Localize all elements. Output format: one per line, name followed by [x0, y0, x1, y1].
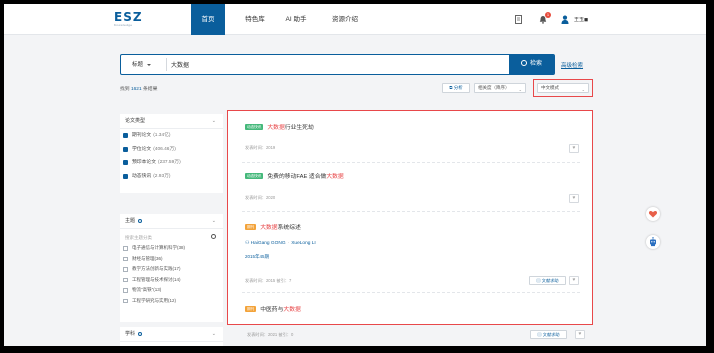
result-card[interactable]: 期刊 中医药与大数据 [242, 299, 580, 324]
search-input[interactable] [171, 58, 501, 71]
chevron-down-icon: ⌄ [211, 218, 216, 224]
advanced-search-link[interactable]: 高级检索 [561, 61, 583, 69]
topic-item[interactable]: 电子通信与计算机科学(38) [120, 243, 223, 254]
results-list: 动态快讯 大数据行业生死劫 发表时间：2019 ♥ 动态快讯 免费的移动FAE 适合… [227, 110, 593, 325]
brand-logo[interactable]: ESZ Knowledge [114, 11, 154, 28]
chevron-down-icon: ⌄ [518, 87, 522, 92]
filter-panel-doc-type: 论文类型 ⌄ 期刊论文 (1.34亿) 学位论文 (406.46万) 预印本论文 (2… [120, 114, 223, 193]
journal-issue[interactable]: 2015年45期 [245, 254, 269, 260]
search-icon [138, 331, 143, 336]
top-navbar: ESZ Knowledge 首页 特色库 AI 助手 资源介绍 1 王玉◼ [4, 4, 706, 35]
result-card[interactable]: 动态快讯 大数据行业生死劫 发表时间：2019 ♥ [242, 119, 580, 163]
heart-icon [648, 210, 658, 218]
search-icon [211, 234, 216, 239]
filter-header-topic[interactable]: 主题 ⌄ [120, 214, 223, 229]
filter-panel-topic: 主题 ⌄ 搜索主题分类 电子通信与计算机科学(38) 财经与管理(36) 教学方… [120, 214, 223, 322]
floating-ai-assistant-button[interactable] [646, 235, 660, 249]
topic-search-input[interactable]: 搜索主题分类 [120, 232, 223, 243]
document-icon: ▤ [537, 332, 542, 337]
user-icon[interactable] [561, 15, 569, 24]
checkbox-checked[interactable] [123, 173, 128, 179]
topic-item[interactable]: 工程管理与技术探讨(14) [120, 275, 223, 286]
result-count: 找到 1621 条结果 [120, 87, 158, 92]
publish-date: 发表时间：2020 [245, 195, 276, 200]
language-mode-select[interactable]: 中文模式 ⌄ [537, 83, 589, 93]
filter-item-journal[interactable]: 期刊论文 (1.34亿) [120, 129, 223, 143]
nav-item-featured-db[interactable]: 特色库 [235, 4, 275, 35]
author-list: ⚇ HaiGang GONG · XueLong LI [245, 241, 316, 246]
result-title-row[interactable]: 期刊 大数据系统综述 [245, 222, 301, 231]
type-tag: 动态快讯 [245, 172, 264, 179]
sort-select[interactable]: 相关度（降序） ⌄ [474, 83, 526, 93]
author-link[interactable]: HaiGang GONG [251, 241, 286, 246]
person-icon: ⚇ [245, 241, 250, 246]
document-request-button[interactable]: ▤ 文献求助 [529, 276, 566, 285]
checkbox-checked[interactable] [123, 160, 128, 165]
type-tag: 动态快讯 [245, 123, 264, 130]
topic-item[interactable]: 物流"高铁"(13) [120, 285, 223, 296]
chevron-down-icon: ⌄ [581, 87, 585, 92]
result-title-row[interactable]: 动态快讯 大数据行业生死劫 [245, 122, 314, 131]
result-card[interactable]: 动态快讯 免费的移动FAE 适合做大数据 发表时间：2020 ♥ [242, 167, 580, 212]
checkbox-unchecked[interactable] [123, 256, 128, 261]
type-tag: 期刊 [245, 305, 257, 312]
checkbox-unchecked[interactable] [123, 277, 128, 282]
author-link[interactable]: XueLong LI [291, 241, 316, 246]
result-card[interactable]: 期刊 大数据系统综述 ⚇ HaiGang GONG · XueLong LI 2015… [242, 217, 580, 293]
search-icon [520, 59, 527, 66]
nav-item-ai-assistant[interactable]: AI 助手 [276, 4, 316, 35]
result-title[interactable]: 免费的移动FAE 适合做大数据 [267, 174, 343, 180]
favorite-heart-icon[interactable]: ♥ [569, 144, 579, 153]
topic-item[interactable]: 教学方法创新与实践(17) [120, 264, 223, 275]
publish-date: 发表时间：2021 被引：0 [247, 332, 294, 337]
chevron-down-icon: ⌄ [211, 118, 216, 124]
robot-icon [650, 237, 656, 247]
chart-icon: ⧉ [449, 85, 453, 90]
checkbox-unchecked[interactable] [123, 246, 128, 251]
topic-item[interactable]: 财经与管理(36) [120, 254, 223, 265]
search-icon [138, 218, 143, 223]
filter-item-thesis[interactable]: 学位论文 (406.46万) [120, 143, 223, 157]
nav-item-resources[interactable]: 资源介绍 [322, 4, 368, 35]
document-icon[interactable] [515, 15, 523, 24]
checkbox-unchecked[interactable] [123, 267, 128, 272]
search-button[interactable]: 检索 [509, 53, 554, 75]
result-title-row[interactable]: 期刊 中医药与大数据 [245, 304, 301, 313]
favorite-heart-icon[interactable]: ♥ [569, 276, 579, 285]
topic-item[interactable]: 工程学研究与实用(12) [120, 296, 223, 307]
document-icon: ▤ [536, 278, 541, 283]
checkbox-unchecked[interactable] [123, 298, 128, 303]
filter-panel-subject: 学科 ⌄ [120, 327, 223, 346]
result-title[interactable]: 大数据行业生死劫 [267, 125, 313, 131]
search-field-select[interactable]: 标题 [132, 60, 168, 70]
document-request-button[interactable]: ▤ 文献求助 [530, 330, 567, 339]
result-title[interactable]: 中医药与大数据 [260, 307, 301, 313]
search-bar: 标题 检索 [120, 53, 555, 75]
result-title-row[interactable]: 动态快讯 免费的移动FAE 适合做大数据 [245, 171, 344, 180]
favorite-heart-icon[interactable]: ♥ [575, 330, 585, 339]
publish-date: 发表时间：2019 [245, 145, 276, 150]
filter-header-doc-type[interactable]: 论文类型 ⌄ [120, 114, 223, 129]
nav-item-home[interactable]: 首页 [191, 4, 225, 35]
filter-item-news[interactable]: 动态快讯 (2.93万) [120, 170, 223, 184]
result-title[interactable]: 大数据系统综述 [260, 225, 301, 231]
chevron-down-icon: ⌄ [211, 331, 216, 337]
notification-badge: 1 [545, 12, 551, 18]
username[interactable]: 王玉◼ [574, 16, 588, 23]
favorite-heart-icon[interactable]: ♥ [569, 194, 579, 203]
app-frame: ESZ Knowledge 首页 特色库 AI 助手 资源介绍 1 王玉◼ 标题 [4, 4, 706, 346]
floating-favorites-button[interactable] [646, 207, 660, 221]
filter-header-subject[interactable]: 学科 ⌄ [120, 327, 223, 342]
filter-item-preprint[interactable]: 预印本论文 (237.59万) [120, 156, 223, 170]
publish-date: 发表时间：2015 被引：7 [245, 278, 292, 283]
checkbox-checked[interactable] [123, 146, 128, 152]
checkbox-checked[interactable] [123, 133, 128, 138]
caret-down-icon [147, 63, 152, 66]
analyze-button[interactable]: ⧉ 分析 [442, 83, 470, 93]
search-divider [166, 58, 167, 71]
type-tag: 期刊 [245, 223, 257, 230]
checkbox-unchecked[interactable] [123, 288, 128, 293]
